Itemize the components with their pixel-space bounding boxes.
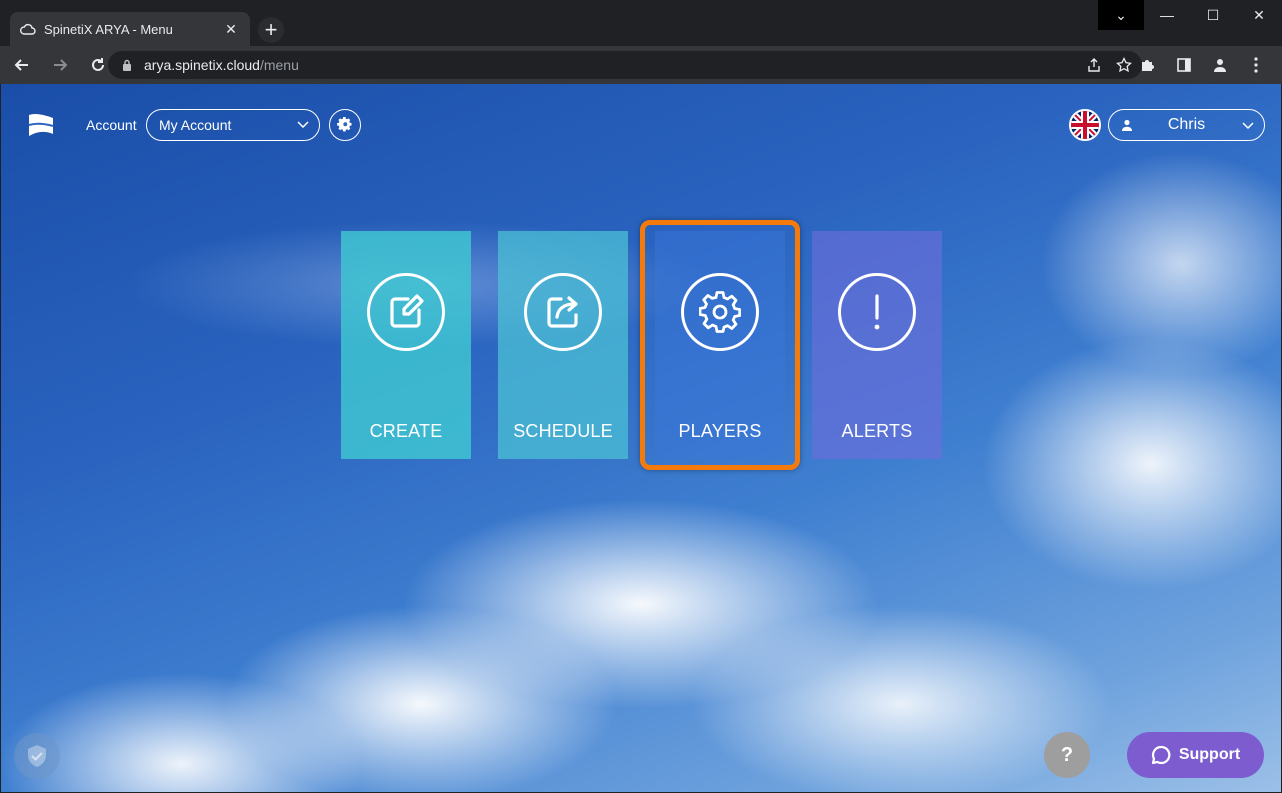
help-button[interactable]: ? xyxy=(1044,732,1090,778)
arrow-left-icon xyxy=(14,59,28,71)
tile-players-circle xyxy=(681,273,759,351)
tile-create[interactable]: CREATE xyxy=(341,231,471,459)
tab-close-icon[interactable]: ✕ xyxy=(222,20,240,38)
gear-icon xyxy=(337,117,352,132)
back-button[interactable] xyxy=(6,49,38,81)
window-controls: ⌄ — ☐ ✕ xyxy=(1098,0,1282,30)
share-page-icon[interactable] xyxy=(1086,57,1102,73)
account-select[interactable]: My Account xyxy=(146,109,320,141)
tile-create-label: CREATE xyxy=(369,421,443,441)
support-button[interactable]: Support xyxy=(1127,732,1264,778)
tile-schedule[interactable]: SCHEDULE xyxy=(498,231,628,459)
edit-icon xyxy=(390,294,424,328)
tab-search-button[interactable]: ⌄ xyxy=(1098,0,1144,30)
language-button[interactable] xyxy=(1069,109,1101,141)
omnibox-actions xyxy=(1086,51,1132,79)
tile-schedule-circle xyxy=(524,273,602,351)
side-panel-button[interactable] xyxy=(1168,49,1200,81)
url-path: /menu xyxy=(259,57,299,73)
page-content: Account My Account Chris CREATE SCHEDULE… xyxy=(1,84,1281,792)
privacy-badge[interactable] xyxy=(14,733,60,779)
spinetix-logo-icon[interactable] xyxy=(27,112,55,138)
forward-button[interactable] xyxy=(44,49,76,81)
puzzle-icon xyxy=(1142,60,1154,71)
shield-check-icon xyxy=(28,745,46,767)
url-host: arya.spinetix.cloud xyxy=(144,57,260,73)
exclamation-icon xyxy=(874,294,880,330)
chevron-down-icon xyxy=(297,121,309,129)
maximize-button[interactable]: ☐ xyxy=(1190,0,1236,30)
extensions-button[interactable] xyxy=(1132,49,1164,81)
bookmark-star-icon[interactable] xyxy=(1116,57,1132,73)
tile-schedule-label: SCHEDULE xyxy=(513,421,613,441)
address-bar[interactable]: arya.spinetix.cloud/menu xyxy=(108,51,1142,79)
user-name: Chris xyxy=(1167,116,1206,133)
tile-alerts-label: ALERTS xyxy=(841,421,913,441)
user-icon xyxy=(1122,119,1132,131)
browser-tab[interactable]: SpinetiX ARYA - Menu ✕ xyxy=(10,12,250,46)
profile-button[interactable] xyxy=(1204,49,1236,81)
tile-alerts-circle xyxy=(838,273,916,351)
new-tab-button[interactable]: + xyxy=(258,17,284,43)
tile-players[interactable]: PLAYERS xyxy=(655,231,785,459)
cloud-icon xyxy=(20,23,36,35)
side-panel-icon xyxy=(1177,58,1191,72)
gear-icon xyxy=(699,291,741,333)
close-window-button[interactable]: ✕ xyxy=(1236,0,1282,30)
kebab-menu-icon xyxy=(1254,57,1258,73)
browser-menu-button[interactable] xyxy=(1240,49,1272,81)
tab-title: SpinetiX ARYA - Menu xyxy=(44,21,173,37)
lock-icon xyxy=(123,59,131,71)
minimize-button[interactable]: — xyxy=(1144,0,1190,30)
support-label: Support xyxy=(1178,746,1241,763)
account-settings-button[interactable] xyxy=(329,109,361,141)
reload-icon xyxy=(92,58,104,71)
share-icon xyxy=(547,296,578,328)
browser-titlebar: SpinetiX ARYA - Menu ✕ + ⌄ — ☐ ✕ xyxy=(0,0,1282,46)
question-mark-icon: ? xyxy=(1060,743,1074,766)
browser-toolbar: arya.spinetix.cloud/menu xyxy=(0,46,1282,84)
tile-alerts[interactable]: ALERTS xyxy=(812,231,942,459)
arrow-right-icon xyxy=(54,59,68,71)
tile-players-label: PLAYERS xyxy=(678,421,762,441)
chat-bubble-icon xyxy=(1151,745,1171,765)
user-menu-select[interactable]: Chris xyxy=(1108,109,1265,141)
uk-flag-icon xyxy=(1071,111,1099,139)
chevron-down-icon xyxy=(1242,122,1254,130)
account-label: Account xyxy=(86,117,137,133)
toolbar-right xyxy=(1132,49,1272,81)
person-icon xyxy=(1214,59,1226,72)
tile-create-circle xyxy=(367,273,445,351)
account-select-value: My Account xyxy=(159,117,232,133)
